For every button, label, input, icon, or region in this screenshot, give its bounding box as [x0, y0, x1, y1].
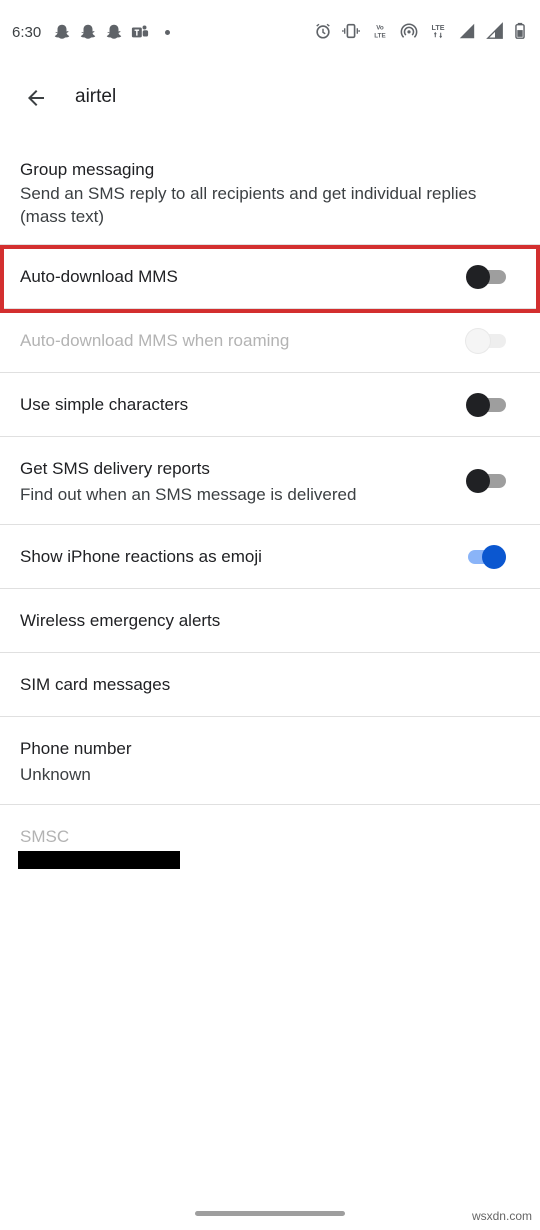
setting-title: Use simple characters	[20, 395, 189, 414]
signal-icon	[486, 22, 504, 40]
snapchat-icon	[105, 23, 123, 41]
volte-icon: Vo LTE	[370, 22, 390, 40]
setting-sim-card-messages[interactable]: SIM card messages	[0, 653, 540, 717]
svg-text:LTE: LTE	[431, 23, 444, 32]
setting-smsc: SMSC	[0, 805, 540, 885]
setting-title: SMSC	[20, 827, 70, 846]
back-button[interactable]	[18, 80, 54, 116]
setting-subtitle: Send an SMS reply to all recipients and …	[20, 184, 477, 226]
page-title: airtel	[75, 86, 117, 107]
status-bar: 6:30 Vo LTE LTE	[0, 0, 540, 66]
auto-download-mms-toggle[interactable]	[466, 265, 506, 289]
setting-iphone-reactions[interactable]: Show iPhone reactions as emoji	[0, 525, 540, 589]
vibrate-icon	[342, 22, 360, 40]
simple-characters-toggle[interactable]	[466, 393, 506, 417]
setting-title: Wireless emergency alerts	[20, 611, 221, 630]
setting-auto-download-mms-roaming: Auto-download MMS when roaming	[0, 309, 540, 373]
setting-sms-delivery-reports[interactable]: Get SMS delivery reports Find out when a…	[0, 437, 540, 525]
setting-title: Show iPhone reactions as emoji	[20, 547, 262, 566]
iphone-reactions-toggle[interactable]	[466, 545, 506, 569]
setting-auto-download-mms[interactable]: Auto-download MMS	[0, 245, 540, 309]
lte-signal-icon: LTE	[428, 22, 448, 40]
arrow-back-icon	[28, 90, 44, 106]
setting-title: Auto-download MMS when roaming	[20, 331, 290, 350]
snapchat-icon	[53, 23, 71, 41]
status-time: 6:30	[12, 24, 42, 41]
setting-title: Get SMS delivery reports	[20, 459, 210, 478]
svg-text:Vo: Vo	[376, 25, 384, 32]
setting-phone-number[interactable]: Phone number Unknown	[0, 717, 540, 805]
watermark: wsxdn.com	[471, 1209, 532, 1223]
alarm-icon	[314, 22, 332, 40]
toggle-thumb	[466, 265, 490, 289]
gesture-bar[interactable]	[195, 1211, 345, 1216]
system-icons: Vo LTE LTE	[314, 22, 526, 40]
setting-wireless-emergency-alerts[interactable]: Wireless emergency alerts	[0, 589, 540, 653]
more-notifications-icon	[165, 29, 170, 35]
battery-icon	[514, 22, 526, 40]
toggle-thumb	[466, 469, 490, 493]
setting-title: SIM card messages	[20, 675, 171, 694]
toggle-thumb	[466, 329, 490, 353]
app-bar: airtel	[0, 66, 540, 130]
hotspot-icon	[400, 22, 418, 40]
settings-list: Group messaging Send an SMS reply to all…	[0, 135, 540, 885]
teams-icon	[131, 23, 149, 41]
setting-use-simple-characters[interactable]: Use simple characters	[0, 373, 540, 437]
notification-icons	[53, 23, 170, 41]
toggle-thumb	[482, 545, 506, 569]
setting-subtitle: Find out when an SMS message is delivere…	[20, 485, 357, 504]
setting-title: Auto-download MMS	[20, 267, 178, 286]
setting-group-messaging[interactable]: Group messaging Send an SMS reply to all…	[0, 135, 540, 245]
setting-subtitle: Unknown	[20, 765, 91, 784]
setting-title: Group messaging	[20, 160, 155, 179]
setting-title: Phone number	[20, 739, 132, 758]
snapchat-icon	[79, 23, 97, 41]
redacted-value	[18, 851, 180, 869]
toggle-thumb	[466, 393, 490, 417]
svg-text:LTE: LTE	[374, 32, 385, 39]
delivery-reports-toggle[interactable]	[466, 469, 506, 493]
auto-download-roaming-toggle	[466, 329, 506, 353]
signal-icon	[458, 22, 476, 40]
